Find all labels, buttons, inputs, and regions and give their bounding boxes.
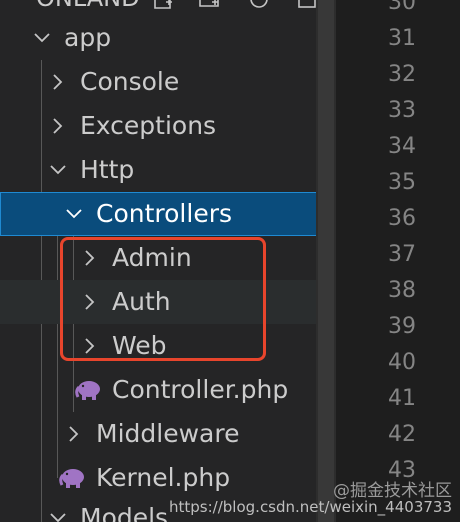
file-explorer: ONLAND app Console Exceptions Http Contr… bbox=[0, 0, 316, 522]
chevron-down-icon bbox=[32, 28, 52, 48]
tree-item-label: Controllers bbox=[96, 199, 232, 228]
tree-item-label: Http bbox=[80, 155, 135, 184]
line-number: 33 bbox=[388, 98, 416, 123]
line-number: 34 bbox=[388, 134, 416, 159]
tree-item-label: Console bbox=[80, 67, 180, 96]
tree-item-label: app bbox=[64, 23, 112, 52]
line-number: 42 bbox=[388, 422, 416, 447]
chevron-right-icon bbox=[48, 72, 68, 92]
line-number: 32 bbox=[388, 62, 416, 87]
line-number: 31 bbox=[388, 26, 416, 51]
php-elephant-icon bbox=[74, 377, 102, 403]
chevron-right-icon bbox=[64, 424, 84, 444]
php-elephant-icon bbox=[58, 465, 86, 491]
line-number: 40 bbox=[388, 350, 416, 375]
tree-folder-console[interactable]: Console bbox=[0, 60, 316, 104]
scrollbar-thumb[interactable] bbox=[318, 0, 334, 522]
line-number: 37 bbox=[388, 242, 416, 267]
tree-item-label: Middleware bbox=[96, 419, 240, 448]
chevron-down-icon bbox=[48, 160, 68, 180]
chevron-down-icon bbox=[64, 204, 84, 224]
tree-folder-controllers[interactable]: Controllers bbox=[0, 192, 316, 236]
collapse-all-icon[interactable] bbox=[296, 0, 316, 10]
refresh-icon[interactable] bbox=[248, 0, 270, 10]
watermark-site: @掘金技术社区 bbox=[333, 481, 452, 501]
line-number-gutter: 30 31 32 33 34 35 36 37 38 39 40 41 42 43 bbox=[336, 0, 460, 522]
line-number: 36 bbox=[388, 206, 416, 231]
tree-item-label: Kernel.php bbox=[96, 463, 231, 492]
new-file-icon[interactable] bbox=[152, 0, 174, 10]
line-number: 38 bbox=[388, 278, 416, 303]
explorer-scrollbar[interactable] bbox=[316, 0, 336, 522]
tree-folder-exceptions[interactable]: Exceptions bbox=[0, 104, 316, 148]
line-number: 41 bbox=[388, 386, 416, 411]
tree-file-controller-php[interactable]: Controller.php bbox=[0, 368, 316, 412]
tree-folder-http[interactable]: Http bbox=[0, 148, 316, 192]
explorer-title: ONLAND bbox=[36, 0, 140, 12]
watermark: https://blog.csdn.net/weixin_4403733 @掘金… bbox=[169, 481, 452, 516]
tree-folder-app[interactable]: app bbox=[0, 16, 316, 60]
tree-file-kernel-php[interactable]: Kernel.php bbox=[0, 456, 316, 500]
tree-item-label: Models bbox=[80, 503, 169, 522]
line-number: 35 bbox=[388, 170, 416, 195]
annotation-highlight-box bbox=[60, 237, 266, 361]
chevron-right-icon bbox=[48, 116, 68, 136]
new-folder-icon[interactable] bbox=[198, 0, 220, 10]
tree-item-label: Controller.php bbox=[112, 375, 289, 404]
line-number: 30 bbox=[388, 0, 416, 15]
line-number: 39 bbox=[388, 314, 416, 339]
chevron-down-icon bbox=[48, 508, 68, 522]
tree-folder-middleware[interactable]: Middleware bbox=[0, 412, 316, 456]
tree-item-label: Exceptions bbox=[80, 111, 217, 140]
